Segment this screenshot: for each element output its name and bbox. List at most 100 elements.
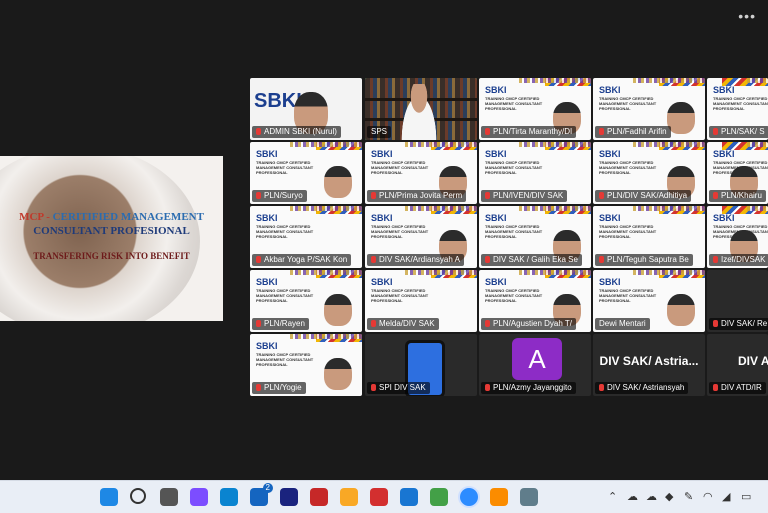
slide-text: TRAINING CMCP CERTIFIED MANAGEMENT CONSU… <box>256 352 314 367</box>
mic-muted-icon <box>485 192 490 199</box>
participant-name: PLN/Fadhil Arifin <box>607 127 667 136</box>
participant-name: Melda/DIV SAK <box>379 319 435 328</box>
participant-tile[interactable]: SBKI TRAINING CMCP CERTIFIED MANAGEMENT C… <box>250 142 362 204</box>
battery-icon[interactable]: ▭ <box>741 490 751 503</box>
slide-text: TRAINING CMCP CERTIFIED MANAGEMENT CONSU… <box>371 288 429 303</box>
participant-tile[interactable]: DIV SAK/ Astria... DIV SAK/ Astriansyah <box>593 334 705 396</box>
participant-tile[interactable]: SBKI ADMIN SBKI (Nurul) <box>250 78 362 140</box>
sbki-logo: SBKI <box>713 213 735 223</box>
participant-tile[interactable]: SBKI TRAINING CMCP CERTIFIED MANAGEMENT C… <box>593 270 705 332</box>
shield-icon[interactable]: ◆ <box>665 490 673 503</box>
participant-name: PLN/Rayen <box>264 319 305 328</box>
slide-text: TRAINING CMCP CERTIFIED MANAGEMENT CONSU… <box>485 160 543 175</box>
slide-text: TRAINING CMCP CERTIFIED MANAGEMENT CONSU… <box>485 224 543 239</box>
participant-tile[interactable]: SBKI TRAINING CMCP CERTIFIED MANAGEMENT C… <box>593 142 705 204</box>
zoom-icon[interactable] <box>460 488 478 506</box>
participant-name: PLN/Yogie <box>264 383 302 392</box>
participant-name-label: DIV SAK/Ardiansyah A <box>367 254 464 266</box>
participant-name: Akbar Yoga P/SAK Kon <box>264 255 348 264</box>
participant-tile[interactable]: SBKI TRAINING CMCP CERTIFIED MANAGEMENT C… <box>479 78 591 140</box>
slide-text: TRAINING CMCP CERTIFIED MANAGEMENT CONSU… <box>485 96 543 111</box>
more-options-icon[interactable]: ••• <box>738 8 756 24</box>
participant-name: PLN/IVEN/DIV SAK <box>493 191 564 200</box>
participant-name: PLN/Suryo <box>264 191 303 200</box>
sbki-logo: SBKI <box>713 85 735 95</box>
participant-name-label: PLN/Azmy Jayanggito <box>481 382 576 394</box>
participant-tile[interactable]: SBKI TRAINING CMCP CERTIFIED MANAGEMENT C… <box>365 270 477 332</box>
meeting-topbar: ••• <box>0 0 768 40</box>
store-icon[interactable]: 2 <box>250 483 273 506</box>
chrome-icon[interactable] <box>430 488 448 506</box>
participant-tile[interactable]: SBKI TRAINING CMCP CERTIFIED MANAGEMENT C… <box>479 270 591 332</box>
participant-name: PLN/Prima Jovita Perm <box>379 191 463 200</box>
mic-muted-icon <box>485 128 490 135</box>
file-explorer-icon[interactable] <box>340 488 358 506</box>
sbki-logo: SBKI <box>713 149 735 159</box>
participant-tile[interactable]: SPS <box>365 78 477 140</box>
slide-text: TRAINING CMCP CERTIFIED MANAGEMENT CONSU… <box>485 288 543 303</box>
wifi-icon[interactable]: ◠ <box>703 490 713 503</box>
participant-name: DIV SAK/ Re <box>721 319 768 328</box>
mic-muted-icon <box>713 256 718 263</box>
participant-tile[interactable]: SBKI TRAINING CMCP CERTIFIED MANAGEMENT C… <box>707 142 768 204</box>
wps-icon[interactable] <box>370 488 388 506</box>
mic-muted-icon <box>599 128 604 135</box>
participant-name: DIV SAK/Ardiansyah A <box>379 255 460 264</box>
search-icon[interactable] <box>130 488 146 504</box>
participant-tile[interactable]: SBKI TRAINING CMCP CERTIFIED MANAGEMENT C… <box>479 142 591 204</box>
participant-tile[interactable]: SBKI TRAINING CMCP CERTIFIED MANAGEMENT C… <box>479 206 591 268</box>
participant-tile[interactable]: SBKI TRAINING CMCP CERTIFIED MANAGEMENT C… <box>365 142 477 204</box>
mic-muted-icon <box>371 384 376 391</box>
participant-tile[interactable]: SBKI TRAINING CMCP CERTIFIED MANAGEMENT C… <box>707 78 768 140</box>
participant-avatar: A <box>512 338 562 380</box>
participant-name: PLN/Khairu <box>721 191 762 200</box>
participant-tile[interactable]: DIV ATD/DIV ATD/IR <box>707 334 768 396</box>
task-view-icon[interactable] <box>160 488 178 506</box>
mic-muted-icon <box>256 192 261 199</box>
slide-text: TRAINING CMCP CERTIFIED MANAGEMENT CONSU… <box>371 224 429 239</box>
participant-name: DIV ATD/IR <box>721 383 762 392</box>
mcafee-icon[interactable] <box>310 488 328 506</box>
participant-tile[interactable]: SBKI TRAINING CMCP CERTIFIED MANAGEMENT C… <box>250 206 362 268</box>
participant-name-label: DIV SAK/ Astriansyah <box>595 382 689 394</box>
edge-icon[interactable] <box>220 488 238 506</box>
l-app-icon[interactable] <box>280 488 298 506</box>
participant-tile[interactable]: SPI DIV SAK <box>365 334 477 396</box>
mic-muted-icon <box>485 320 490 327</box>
participant-tile[interactable]: SBKI TRAINING CMCP CERTIFIED MANAGEMENT C… <box>250 270 362 332</box>
mic-muted-icon <box>485 384 490 391</box>
windows-start-icon[interactable] <box>100 488 118 506</box>
slide-text: TRAINING CMCP CERTIFIED MANAGEMENT CONSU… <box>256 288 314 303</box>
settings-icon[interactable] <box>520 488 538 506</box>
mic-muted-icon <box>713 192 718 199</box>
participant-tile[interactable]: SBKI TRAINING CMCP CERTIFIED MANAGEMENT C… <box>593 78 705 140</box>
chevron-up-icon[interactable]: ⌃ <box>608 490 617 503</box>
pen-icon[interactable]: ✎ <box>684 490 693 503</box>
participant-tile[interactable]: SBKI TRAINING CMCP CERTIFIED MANAGEMENT C… <box>365 206 477 268</box>
chrome-profile-icon[interactable] <box>490 488 508 506</box>
participant-tile[interactable]: SBKI TRAINING CMCP CERTIFIED MANAGEMENT C… <box>707 206 768 268</box>
shared-screen-title: MCP - CERITIFIED MANAGEMENT <box>19 211 204 223</box>
participant-name-label: PLN/Suryo <box>252 190 307 202</box>
participant-name-label: PLN/Teguh Saputra Be <box>595 254 693 266</box>
participant-display-name: DIV SAK/ Astria... <box>599 354 699 368</box>
cloud-sync-icon[interactable]: ☁ <box>646 490 657 503</box>
participant-tile[interactable]: DIV SAK/ Re <box>707 270 768 332</box>
todo-icon[interactable] <box>400 488 418 506</box>
mic-muted-icon <box>713 320 718 327</box>
sbki-logo: SBKI <box>485 149 507 159</box>
participant-tile[interactable]: SBKI TRAINING CMCP CERTIFIED MANAGEMENT C… <box>593 206 705 268</box>
cloud-icon[interactable]: ☁ <box>627 490 638 503</box>
mic-muted-icon <box>371 320 376 327</box>
mic-muted-icon <box>599 256 604 263</box>
speaker-icon[interactable]: ◢ <box>722 490 730 503</box>
participant-name: PLN/SAK/ S <box>721 127 765 136</box>
participant-tile[interactable]: SBKI TRAINING CMCP CERTIFIED MANAGEMENT C… <box>250 334 362 396</box>
participant-name-label: Akbar Yoga P/SAK Kon <box>252 254 352 266</box>
participant-name-label: PLN/Agustien Dyah T/ <box>481 318 577 330</box>
participant-name-label: PLN/Prima Jovita Perm <box>367 190 467 202</box>
copilot-icon[interactable] <box>190 488 208 506</box>
participant-tile[interactable]: A PLN/Azmy Jayanggito <box>479 334 591 396</box>
participant-name: PLN/DIV SAK/Adhitiya <box>607 191 688 200</box>
participant-name-label: DIV SAK/ Re <box>709 318 768 330</box>
